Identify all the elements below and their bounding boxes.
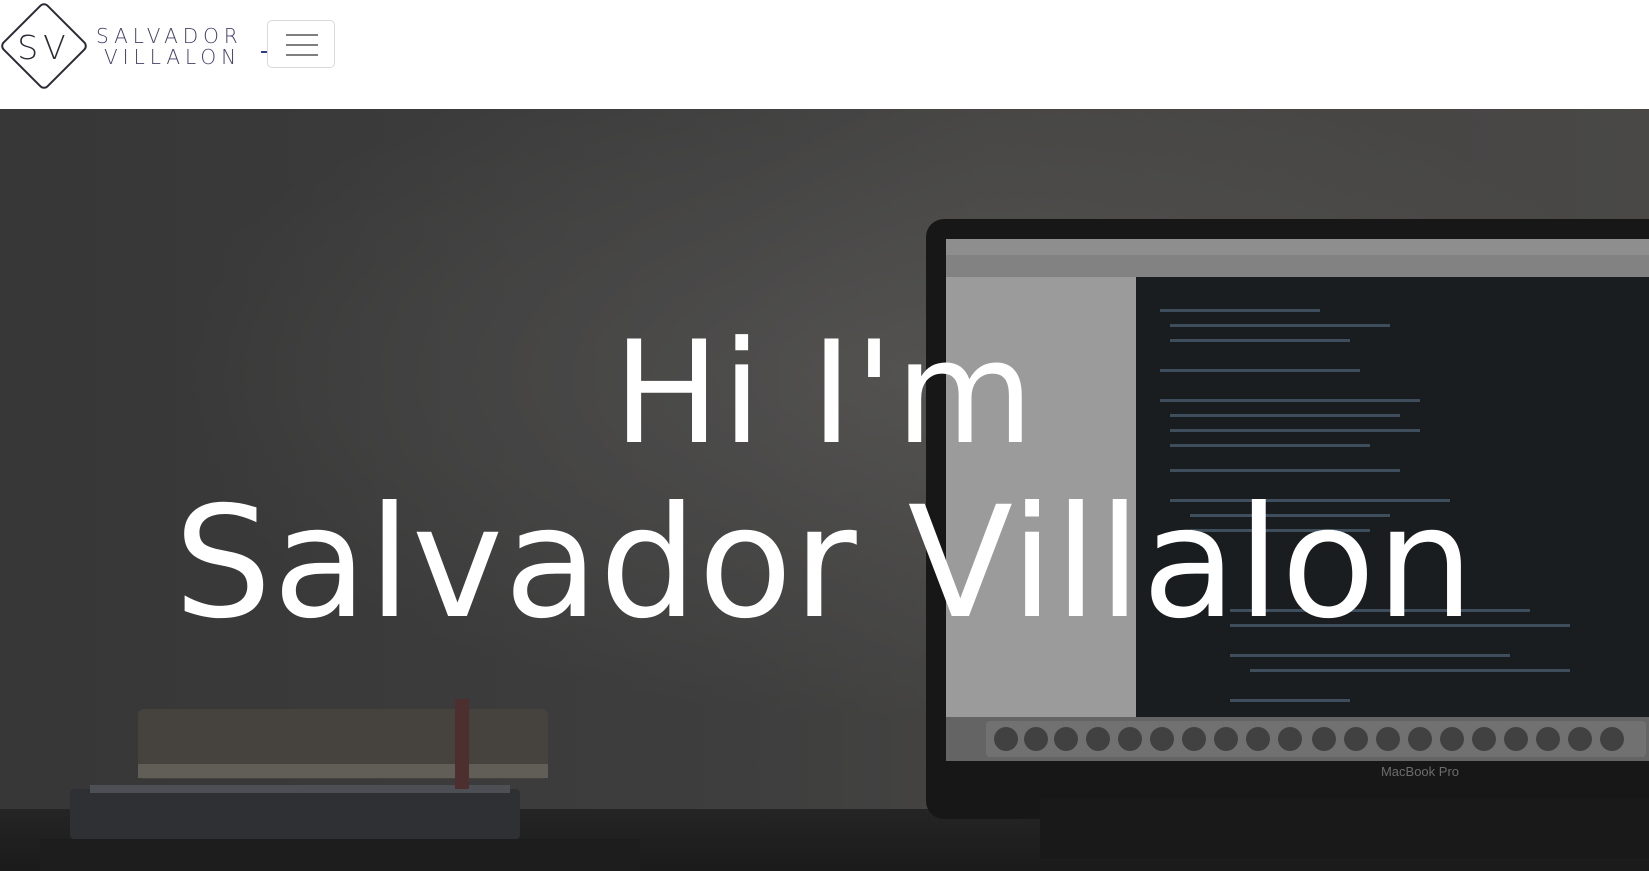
hero-section: MacBook Pro Hi I'm Salvador Villalon xyxy=(0,109,1649,871)
hero-title-line2: Salvador Villalon xyxy=(174,474,1475,653)
hero-title: Hi I'm Salvador Villalon xyxy=(0,319,1649,659)
navbar: SV SALVADOR VILLALON xyxy=(0,0,1649,109)
logo-wordmark: SALVADOR VILLALON xyxy=(96,26,243,68)
hero-title-line1: Hi I'm xyxy=(613,311,1036,476)
menu-toggle-button[interactable] xyxy=(267,20,335,68)
hamburger-icon xyxy=(286,33,318,57)
logo-name-line2: VILLALON xyxy=(104,45,242,69)
brand-logo-link[interactable]: SV SALVADOR VILLALON xyxy=(0,0,252,92)
logo-monogram: SV xyxy=(17,28,71,67)
logo-name-line1: SALVADOR xyxy=(96,24,243,48)
